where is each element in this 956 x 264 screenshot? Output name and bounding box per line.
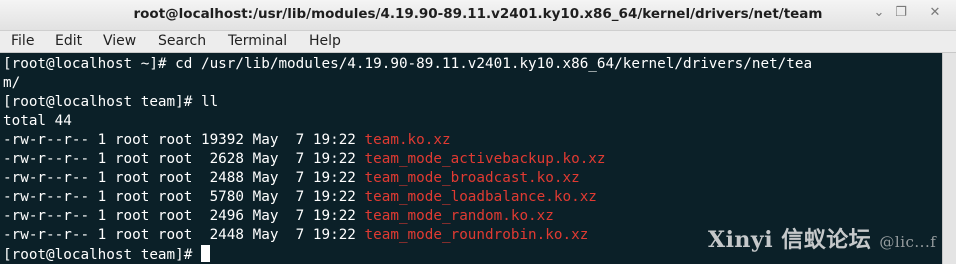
maximize-icon[interactable]: ❐ bbox=[891, 3, 911, 23]
file-name: team_mode_loadbalance.ko.xz bbox=[364, 189, 597, 205]
file-row: -rw-r--r-- 1 root root 2488 May 7 19:22 … bbox=[3, 169, 580, 188]
file-meta: -rw-r--r-- 1 root root 19392 May 7 19:22 bbox=[3, 132, 365, 148]
file-meta: -rw-r--r-- 1 root root 2488 May 7 19:22 bbox=[3, 170, 365, 186]
minimize-icon[interactable]: ⌄ bbox=[869, 3, 889, 23]
file-row: -rw-r--r-- 1 root root 5780 May 7 19:22 … bbox=[3, 188, 597, 207]
menu-terminal[interactable]: Terminal bbox=[228, 33, 287, 49]
terminal-line: total 44 bbox=[3, 113, 72, 129]
menu-bar: File Edit View Search Terminal Help bbox=[0, 31, 956, 53]
file-meta: -rw-r--r-- 1 root root 2496 May 7 19:22 bbox=[3, 208, 365, 224]
terminal-line: [root@localhost team]# ll bbox=[3, 94, 219, 110]
file-name: team_mode_roundrobin.ko.xz bbox=[364, 227, 589, 243]
file-meta: -rw-r--r-- 1 root root 2448 May 7 19:22 bbox=[3, 227, 365, 243]
file-meta: -rw-r--r-- 1 root root 2628 May 7 19:22 bbox=[3, 151, 365, 167]
file-name: team.ko.xz bbox=[364, 132, 451, 148]
file-name: team_mode_activebackup.ko.xz bbox=[364, 151, 606, 167]
terminal-prompt-line[interactable]: [root@localhost team]# bbox=[3, 245, 210, 264]
terminal-prompt: [root@localhost team]# bbox=[3, 247, 201, 263]
menu-file[interactable]: File bbox=[11, 33, 34, 49]
menu-help[interactable]: Help bbox=[309, 33, 341, 49]
file-name: team_mode_random.ko.xz bbox=[364, 208, 554, 224]
window-title: root@localhost:/usr/lib/modules/4.19.90-… bbox=[133, 6, 823, 22]
menu-view[interactable]: View bbox=[103, 33, 136, 49]
file-row: -rw-r--r-- 1 root root 2496 May 7 19:22 … bbox=[3, 207, 554, 226]
watermark: Xinyi 信蚁论坛 @lic...f bbox=[708, 222, 936, 254]
terminal-line: m/ bbox=[3, 75, 21, 91]
file-row: -rw-r--r-- 1 root root 19392 May 7 19:22… bbox=[3, 131, 451, 150]
menu-edit[interactable]: Edit bbox=[55, 33, 82, 49]
file-name: team_mode_broadcast.ko.xz bbox=[364, 170, 580, 186]
file-row: -rw-r--r-- 1 root root 2448 May 7 19:22 … bbox=[3, 226, 588, 245]
file-row: -rw-r--r-- 1 root root 2628 May 7 19:22 … bbox=[3, 150, 606, 169]
terminal-scrollbar[interactable] bbox=[942, 53, 956, 264]
text-cursor bbox=[200, 245, 210, 262]
file-meta: -rw-r--r-- 1 root root 5780 May 7 19:22 bbox=[3, 189, 365, 205]
close-icon[interactable]: ✕ bbox=[925, 3, 945, 23]
watermark-subtext: @lic...f bbox=[879, 233, 937, 251]
watermark-text: Xinyi 信蚁论坛 bbox=[708, 227, 872, 253]
window-titlebar[interactable]: root@localhost:/usr/lib/modules/4.19.90-… bbox=[0, 0, 956, 31]
terminal-line: [root@localhost ~]# cd /usr/lib/modules/… bbox=[3, 56, 813, 72]
menu-search[interactable]: Search bbox=[158, 33, 206, 49]
